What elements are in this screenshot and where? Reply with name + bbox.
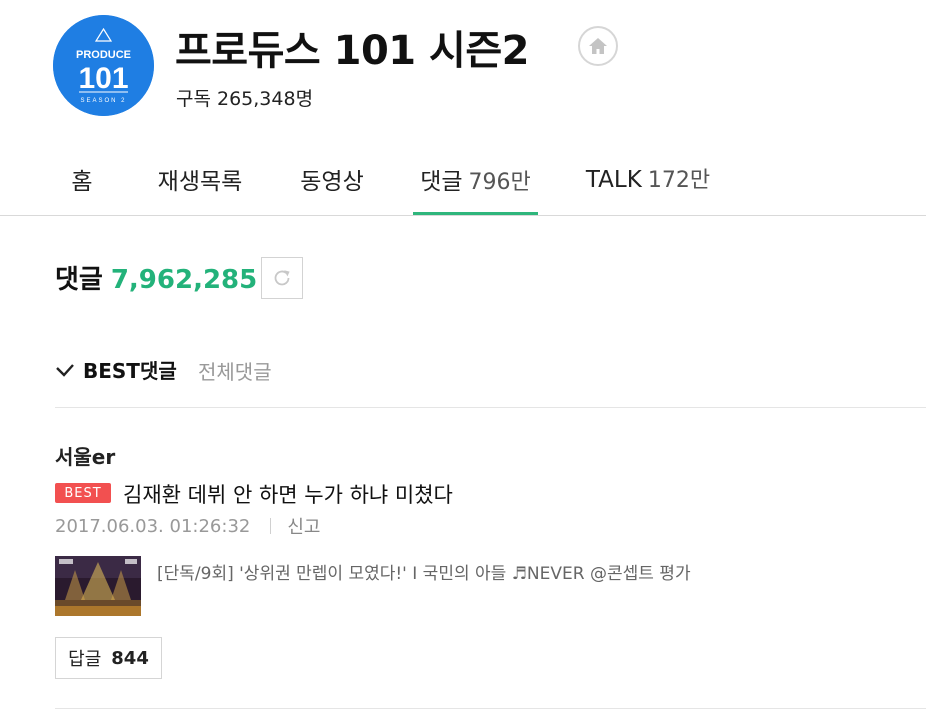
comment-date: 2017.06.03. 01:26:32 — [55, 515, 251, 537]
refresh-button[interactable] — [261, 257, 303, 299]
tab-label: 홈 — [71, 169, 93, 195]
comment-header: 댓글 7,962,285 — [55, 259, 257, 296]
refresh-icon — [274, 270, 290, 286]
comment-total: 7,962,285 — [110, 265, 258, 295]
reply-button[interactable]: 답글 844 — [55, 637, 162, 679]
comment-author[interactable]: 서울er — [55, 441, 115, 470]
comment-label: 댓글 — [55, 265, 103, 295]
home-button[interactable] — [578, 26, 618, 66]
channel-tabs: 홈 재생목록 동영상 댓글 796만 TALK 172만 — [0, 150, 926, 216]
sort-best-comments[interactable]: BEST댓글 — [55, 355, 177, 384]
divider — [55, 407, 926, 408]
video-title-link[interactable]: [단독/9회] '상위권 만렙이 모였다!' I 국민의 아들 ♬NEVER @… — [157, 559, 691, 584]
tab-count: 172만 — [647, 168, 711, 193]
channel-logo[interactable]: PRODUCE 101 SEASON 2 — [53, 15, 154, 116]
reply-label: 답글 — [68, 649, 102, 670]
comment-meta: 2017.06.03. 01:26:32 신고 — [55, 513, 320, 539]
logo-text-bottom: SEASON 2 — [80, 98, 126, 104]
meta-separator — [270, 518, 272, 534]
stage-thumbnail-icon — [55, 556, 141, 616]
tab-playlist[interactable]: 재생목록 — [154, 162, 246, 215]
tab-label: 재생목록 — [157, 169, 243, 195]
home-icon — [589, 38, 607, 54]
sort-all-comments[interactable]: 전체댓글 — [198, 356, 272, 385]
tab-label: 동영상 — [300, 169, 364, 195]
logo-text-top: PRODUCE — [76, 49, 131, 61]
tab-label: TALK — [585, 167, 642, 193]
tab-count: 796만 — [468, 170, 531, 195]
tab-videos[interactable]: 동영상 — [296, 162, 368, 215]
best-badge: BEST — [55, 483, 111, 503]
tab-home[interactable]: 홈 — [68, 162, 96, 215]
sort-best-label: BEST댓글 — [83, 359, 177, 383]
subscriber-count: 구독 265,348명 — [176, 88, 314, 110]
channel-title[interactable]: 프로듀스 101 시즌2 — [175, 18, 529, 76]
reply-count: 844 — [111, 647, 149, 669]
comment-text: 김재환 데뷔 안 하면 누가 하냐 미쳤다 — [123, 483, 453, 507]
check-icon — [55, 363, 75, 377]
report-button[interactable]: 신고 — [287, 513, 320, 539]
logo-text-main: 101 — [78, 62, 128, 95]
tab-comments[interactable]: 댓글 796만 — [413, 162, 538, 215]
video-thumbnail[interactable] — [55, 556, 141, 616]
produce101-logo-icon: PRODUCE 101 SEASON 2 — [53, 15, 154, 116]
tab-label: 댓글 — [420, 169, 463, 195]
tab-talk[interactable]: TALK 172만 — [583, 162, 713, 215]
divider — [55, 708, 926, 709]
